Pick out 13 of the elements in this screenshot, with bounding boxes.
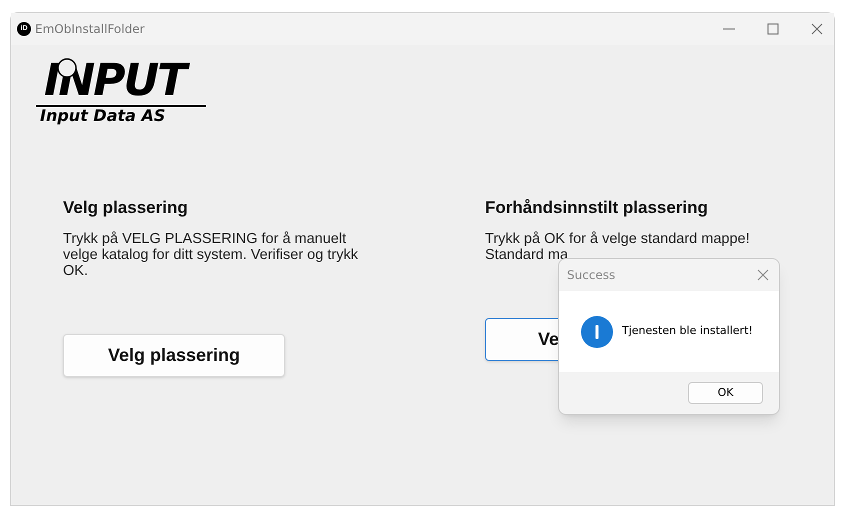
section-description: Trykk på VELG PLASSERING for å manuelt velge katalog for ditt system. Verifiser og trykk OK. [63, 230, 359, 278]
section-heading: Forhåndsinnstilt plassering [485, 197, 709, 219]
window-title: EmObInstallFolder [35, 21, 145, 38]
dialog-title: Success [567, 267, 616, 284]
info-icon [581, 316, 613, 348]
action-button[interactable]: Velg plassering [63, 334, 285, 376]
close-icon[interactable] [757, 269, 769, 281]
dialog-message: Tjenesten ble installert! [622, 323, 753, 340]
section-heading: Velg plassering [63, 197, 189, 219]
maximize-icon[interactable] [766, 22, 780, 36]
close-icon[interactable] [810, 22, 824, 36]
ok-button[interactable]: OK [688, 382, 763, 404]
section-description: Trykk på OK for å velge standard mappe! Standard ma [485, 230, 751, 262]
